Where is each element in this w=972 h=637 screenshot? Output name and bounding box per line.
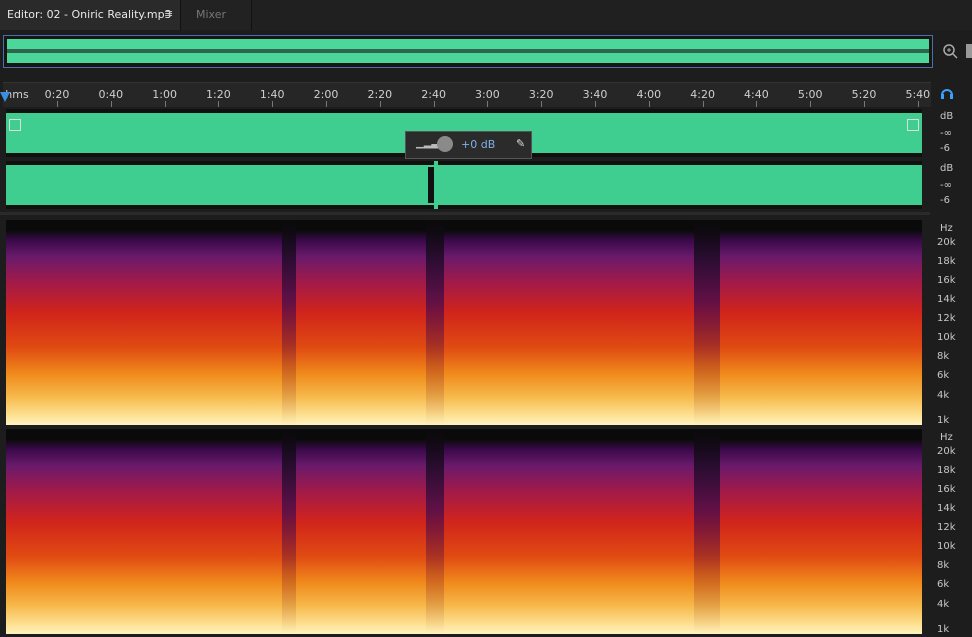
ruler-tick-label: 1:40 xyxy=(259,88,285,101)
ruler-tick-label: 5:00 xyxy=(797,88,823,101)
ruler-tick-label: 2:20 xyxy=(367,88,393,101)
ruler-tick-label: 4:20 xyxy=(690,88,715,101)
panel-divider[interactable] xyxy=(0,212,930,215)
ruler-tick-mark xyxy=(648,101,650,107)
hz-label: 4k xyxy=(937,390,950,401)
headphone-icon[interactable] xyxy=(940,86,954,104)
hz-label: 10k xyxy=(937,541,956,552)
playhead-marker[interactable] xyxy=(0,92,10,102)
zoom-icon[interactable] xyxy=(941,42,961,62)
overview-navigator[interactable] xyxy=(3,35,933,68)
db-unit-label: dB xyxy=(940,111,954,122)
fade-in-handle[interactable] xyxy=(9,119,21,131)
panel-edge-handle[interactable] xyxy=(966,44,972,58)
ruler-tick-label: 1:00 xyxy=(152,88,177,101)
fade-out-handle[interactable] xyxy=(907,119,919,131)
ruler-tick-label: 5:20 xyxy=(851,88,877,101)
time-ruler[interactable]: hms 0:20 0:40 1:00 1:20 1:40 2:00 2:20 2:40 3:00… xyxy=(3,82,931,107)
hz-label: 1k xyxy=(937,415,950,426)
ruler-tick-label: 5:40 xyxy=(905,88,931,101)
hz-label: 6k xyxy=(937,370,950,381)
ruler-tick-mark xyxy=(326,101,327,107)
db-label: -∞ xyxy=(940,180,952,191)
hz-label: 12k xyxy=(937,313,956,324)
volume-knob[interactable] xyxy=(437,136,453,152)
ruler-tick-mark xyxy=(379,101,381,107)
ruler-tick-mark xyxy=(218,101,220,107)
ruler-tick-mark xyxy=(595,101,596,107)
hz-label: 18k xyxy=(937,256,956,267)
tab-editor[interactable]: Editor: 02 - Oniric Reality.mp3 ≡ xyxy=(0,0,181,30)
ruler-tick-mark xyxy=(272,101,274,107)
spectral-channel-right[interactable] xyxy=(6,429,922,634)
ruler-tick-label: 3:40 xyxy=(582,88,608,101)
hz-label: 8k xyxy=(937,560,950,571)
hz-label: 16k xyxy=(937,275,956,286)
ruler-tick-mark xyxy=(810,101,812,107)
tab-editor-label: Editor: 02 - Oniric Reality.mp3 xyxy=(7,8,172,21)
tab-menu-icon[interactable]: ≡ xyxy=(164,7,173,20)
waveform-channel-right[interactable] xyxy=(6,161,922,209)
ruler-tick-mark xyxy=(57,101,58,107)
ruler-tick-mark xyxy=(702,101,704,107)
ruler-tick-mark xyxy=(487,101,489,107)
hz-label: 18k xyxy=(937,465,956,476)
db-label: -6 xyxy=(940,195,950,206)
ruler-tick-mark xyxy=(917,101,919,107)
tab-mixer[interactable]: Mixer xyxy=(181,0,252,30)
hz-unit-label: Hz xyxy=(940,223,953,234)
spectral-channel-left[interactable] xyxy=(6,220,922,425)
ruler-tick-mark xyxy=(756,101,758,107)
hz-unit-label: Hz xyxy=(940,432,953,443)
ruler-tick-mark xyxy=(433,101,435,107)
ruler-tick-label: 0:40 xyxy=(98,88,124,101)
hz-label: 20k xyxy=(937,446,956,457)
db-label: -∞ xyxy=(940,128,952,139)
volume-value: +0 dB xyxy=(461,138,496,151)
ruler-tick-mark xyxy=(864,101,865,107)
hz-label: 1k xyxy=(937,624,950,635)
ruler-tick-mark xyxy=(164,101,166,107)
ruler-tick-label: 4:00 xyxy=(636,88,662,101)
hz-label: 14k xyxy=(937,503,956,514)
volume-hud[interactable]: ▁▂▃▅ +0 dB ✎ xyxy=(405,131,532,159)
hz-label: 14k xyxy=(937,294,956,305)
ruler-tick-label: 3:20 xyxy=(528,88,554,101)
tab-mixer-label: Mixer xyxy=(196,8,227,21)
hz-label: 12k xyxy=(937,522,956,533)
ruler-tick-label: 2:40 xyxy=(421,88,446,101)
ruler-tick-mark xyxy=(541,101,543,107)
hz-label: 10k xyxy=(937,332,956,343)
ruler-tick-label: 0:20 xyxy=(44,88,70,101)
pin-icon[interactable]: ✎ xyxy=(516,137,525,150)
hz-label: 4k xyxy=(937,599,950,610)
db-unit-label: dB xyxy=(940,163,954,174)
hz-label: 6k xyxy=(937,579,950,590)
ruler-tick-mark xyxy=(110,101,112,107)
hz-label: 20k xyxy=(937,237,956,248)
overview-waveform xyxy=(7,39,929,63)
ruler-tick-label: 2:00 xyxy=(313,88,339,101)
db-label: -6 xyxy=(940,143,950,154)
hz-label: 16k xyxy=(937,484,956,495)
ruler-tick-label: 4:40 xyxy=(744,88,769,101)
ruler-tick-label: 1:20 xyxy=(206,88,231,101)
hz-label: 8k xyxy=(937,351,950,362)
ruler-tick-label: 3:00 xyxy=(475,88,500,101)
